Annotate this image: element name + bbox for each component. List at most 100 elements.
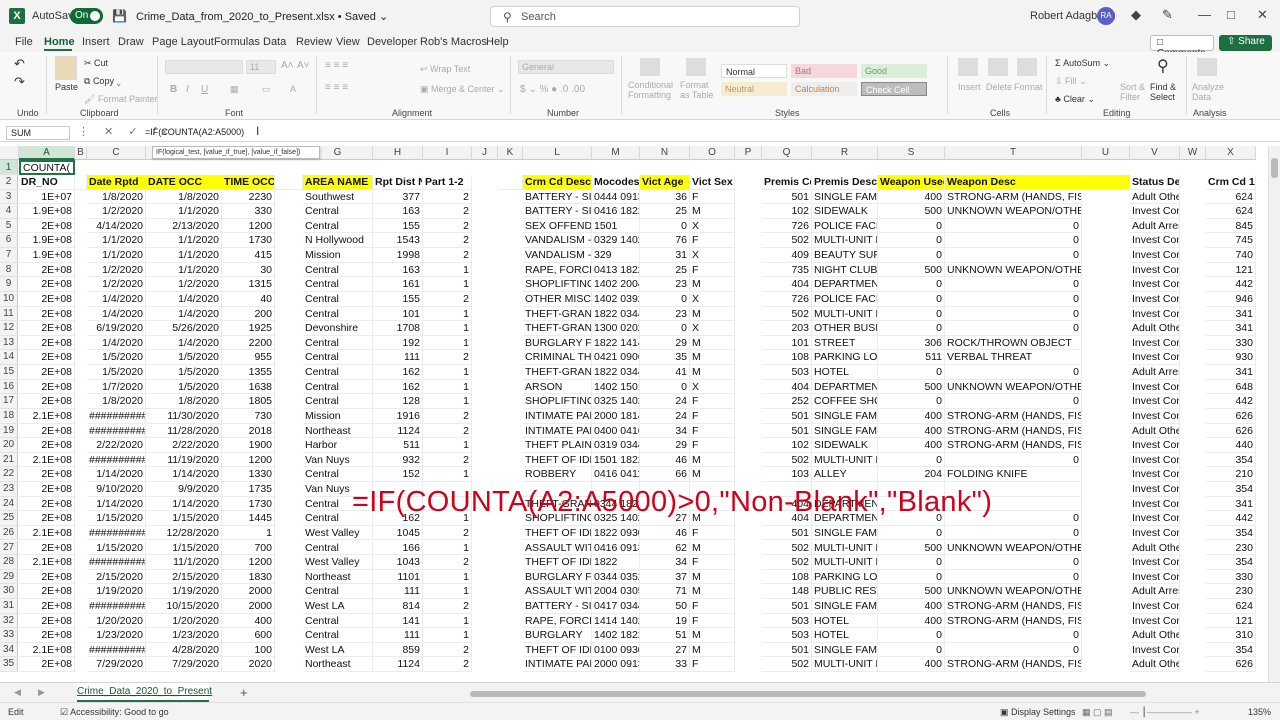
cell-i10[interactable]: 2: [423, 291, 472, 307]
autosave-toggle[interactable]: On: [70, 8, 103, 24]
cell-c10[interactable]: 1/4/2020: [87, 291, 146, 307]
cell-g18[interactable]: Mission: [303, 408, 373, 424]
cell-m33[interactable]: 1402 1822: [592, 628, 640, 643]
column-header-r[interactable]: R: [812, 146, 878, 160]
cell-l32[interactable]: RAPE, FORCIBI: [523, 613, 592, 629]
cell-q27[interactable]: 502: [762, 540, 812, 556]
cell-a33[interactable]: 2E+08: [19, 628, 75, 643]
row-header[interactable]: 6: [0, 233, 18, 249]
cell-o20[interactable]: F: [690, 438, 735, 453]
cell-e13[interactable]: 2200: [222, 335, 275, 351]
cell-o9[interactable]: M: [690, 277, 735, 292]
cell-s31[interactable]: 400: [878, 598, 945, 614]
cell-n2[interactable]: Vict Age: [640, 175, 690, 190]
cell-r3[interactable]: SINGLE FAMIL: [812, 189, 878, 205]
cell-h7[interactable]: 1998: [373, 248, 423, 263]
cell-c32[interactable]: 1/20/2020: [87, 613, 146, 629]
cell-q7[interactable]: 409: [762, 248, 812, 263]
cell-a10[interactable]: 2E+08: [19, 291, 75, 307]
cell-c21[interactable]: ##########: [87, 452, 146, 468]
cell-m13[interactable]: 1822 1414: [592, 335, 640, 351]
formula-input[interactable]: =IF(COUNTA(A2:A5000): [145, 127, 244, 137]
clear-button[interactable]: ♣ Clear ⌄: [1055, 94, 1095, 105]
cell-x24[interactable]: 341: [1206, 496, 1256, 512]
cell-m31[interactable]: 0417 0344: [592, 598, 640, 614]
cell-r11[interactable]: MULTI-UNIT D: [812, 306, 878, 322]
view-icons[interactable]: ▦ ▢ ▤: [1082, 707, 1113, 718]
cell-a16[interactable]: 2E+08: [19, 379, 75, 395]
cell-h12[interactable]: 1708: [373, 321, 423, 336]
cell-q18[interactable]: 501: [762, 408, 812, 424]
cell-v13[interactable]: Invest Cont: [1130, 335, 1180, 351]
row-header[interactable]: 34: [0, 642, 18, 658]
cell-q28[interactable]: 502: [762, 555, 812, 570]
row-header[interactable]: 3: [0, 189, 18, 205]
cell-g9[interactable]: Central: [303, 277, 373, 292]
cell-s34[interactable]: 0: [878, 642, 945, 658]
cell-d21[interactable]: 11/19/2020: [146, 452, 222, 468]
find-select-button[interactable]: Find & Select: [1150, 82, 1182, 102]
cell-s15[interactable]: 0: [878, 365, 945, 380]
cell-a2[interactable]: DR_NO: [19, 175, 75, 190]
row-header[interactable]: 8: [0, 262, 18, 278]
format-button[interactable]: Format: [1014, 82, 1043, 92]
horizontal-scrollbar[interactable]: [470, 691, 1146, 697]
wrap-text-button[interactable]: ↩ Wrap Text: [420, 64, 470, 75]
paste-icon[interactable]: [55, 56, 77, 80]
cell-q10[interactable]: 726: [762, 291, 812, 307]
cell-c13[interactable]: 1/4/2020: [87, 335, 146, 351]
cell-g14[interactable]: Central: [303, 350, 373, 366]
cell-s14[interactable]: 511: [878, 350, 945, 366]
column-header-o[interactable]: O: [690, 146, 735, 160]
cell-m9[interactable]: 1402 2004: [592, 277, 640, 292]
cell-i17[interactable]: 1: [423, 394, 472, 409]
cell-l10[interactable]: OTHER MISCEL: [523, 291, 592, 307]
row-header[interactable]: 32: [0, 613, 18, 629]
row-header[interactable]: 16: [0, 379, 18, 395]
insert-button[interactable]: Insert: [958, 82, 981, 92]
avatar[interactable]: RA: [1097, 7, 1115, 25]
cell-n29[interactable]: 37: [640, 569, 690, 585]
cell-i14[interactable]: 2: [423, 350, 472, 366]
cell-m34[interactable]: 0100 0930: [592, 642, 640, 658]
cell-d19[interactable]: 11/28/2020: [146, 423, 222, 439]
cell-h4[interactable]: 163: [373, 204, 423, 219]
cell-c29[interactable]: 2/15/2020: [87, 569, 146, 585]
cell-g3[interactable]: Southwest: [303, 189, 373, 205]
cell-q32[interactable]: 503: [762, 613, 812, 629]
spreadsheet-grid[interactable]: ABCDEFGHIJKLMNOPQRSTUVWX1234567891011121…: [0, 146, 1268, 682]
cell-n5[interactable]: 0: [640, 218, 690, 234]
row-header[interactable]: 9: [0, 277, 18, 292]
cell-v5[interactable]: Adult Arrest: [1130, 218, 1180, 234]
row-header[interactable]: 12: [0, 321, 18, 336]
cell-a7[interactable]: 1.9E+08: [19, 248, 75, 263]
delete-button[interactable]: Delete: [986, 82, 1012, 92]
column-header-h[interactable]: H: [373, 146, 423, 160]
cell-s12[interactable]: 0: [878, 321, 945, 336]
cell-e16[interactable]: 1638: [222, 379, 275, 395]
cell-n13[interactable]: 29: [640, 335, 690, 351]
cell-q30[interactable]: 148: [762, 584, 812, 599]
cell-a8[interactable]: 2E+08: [19, 262, 75, 278]
cell-a26[interactable]: 2.1E+08: [19, 525, 75, 541]
cell-g28[interactable]: West Valley: [303, 555, 373, 570]
cell-a22[interactable]: 2E+08: [19, 467, 75, 482]
row-header[interactable]: 11: [0, 306, 18, 322]
cell-d27[interactable]: 1/15/2020: [146, 540, 222, 556]
row-header[interactable]: 23: [0, 482, 18, 497]
cell-a3[interactable]: 1E+07: [19, 189, 75, 205]
cell-x3[interactable]: 624: [1206, 189, 1256, 205]
cell-a27[interactable]: 2E+08: [19, 540, 75, 556]
cell-d13[interactable]: 1/4/2020: [146, 335, 222, 351]
cell-r14[interactable]: PARKING LOT: [812, 350, 878, 366]
cell-n28[interactable]: 34: [640, 555, 690, 570]
cell-l14[interactable]: CRIMINAL TH: [523, 350, 592, 366]
cell-l30[interactable]: ASSAULT WITH: [523, 584, 592, 599]
style-good[interactable]: Good: [861, 64, 927, 78]
row-header[interactable]: 25: [0, 511, 18, 526]
cell-r2[interactable]: Premis Desc: [812, 175, 878, 190]
cell-g11[interactable]: Central: [303, 306, 373, 322]
row-header[interactable]: 15: [0, 365, 18, 380]
cell-m11[interactable]: 1822 0344: [592, 306, 640, 322]
search-box[interactable]: ⚲ Search: [490, 6, 800, 27]
